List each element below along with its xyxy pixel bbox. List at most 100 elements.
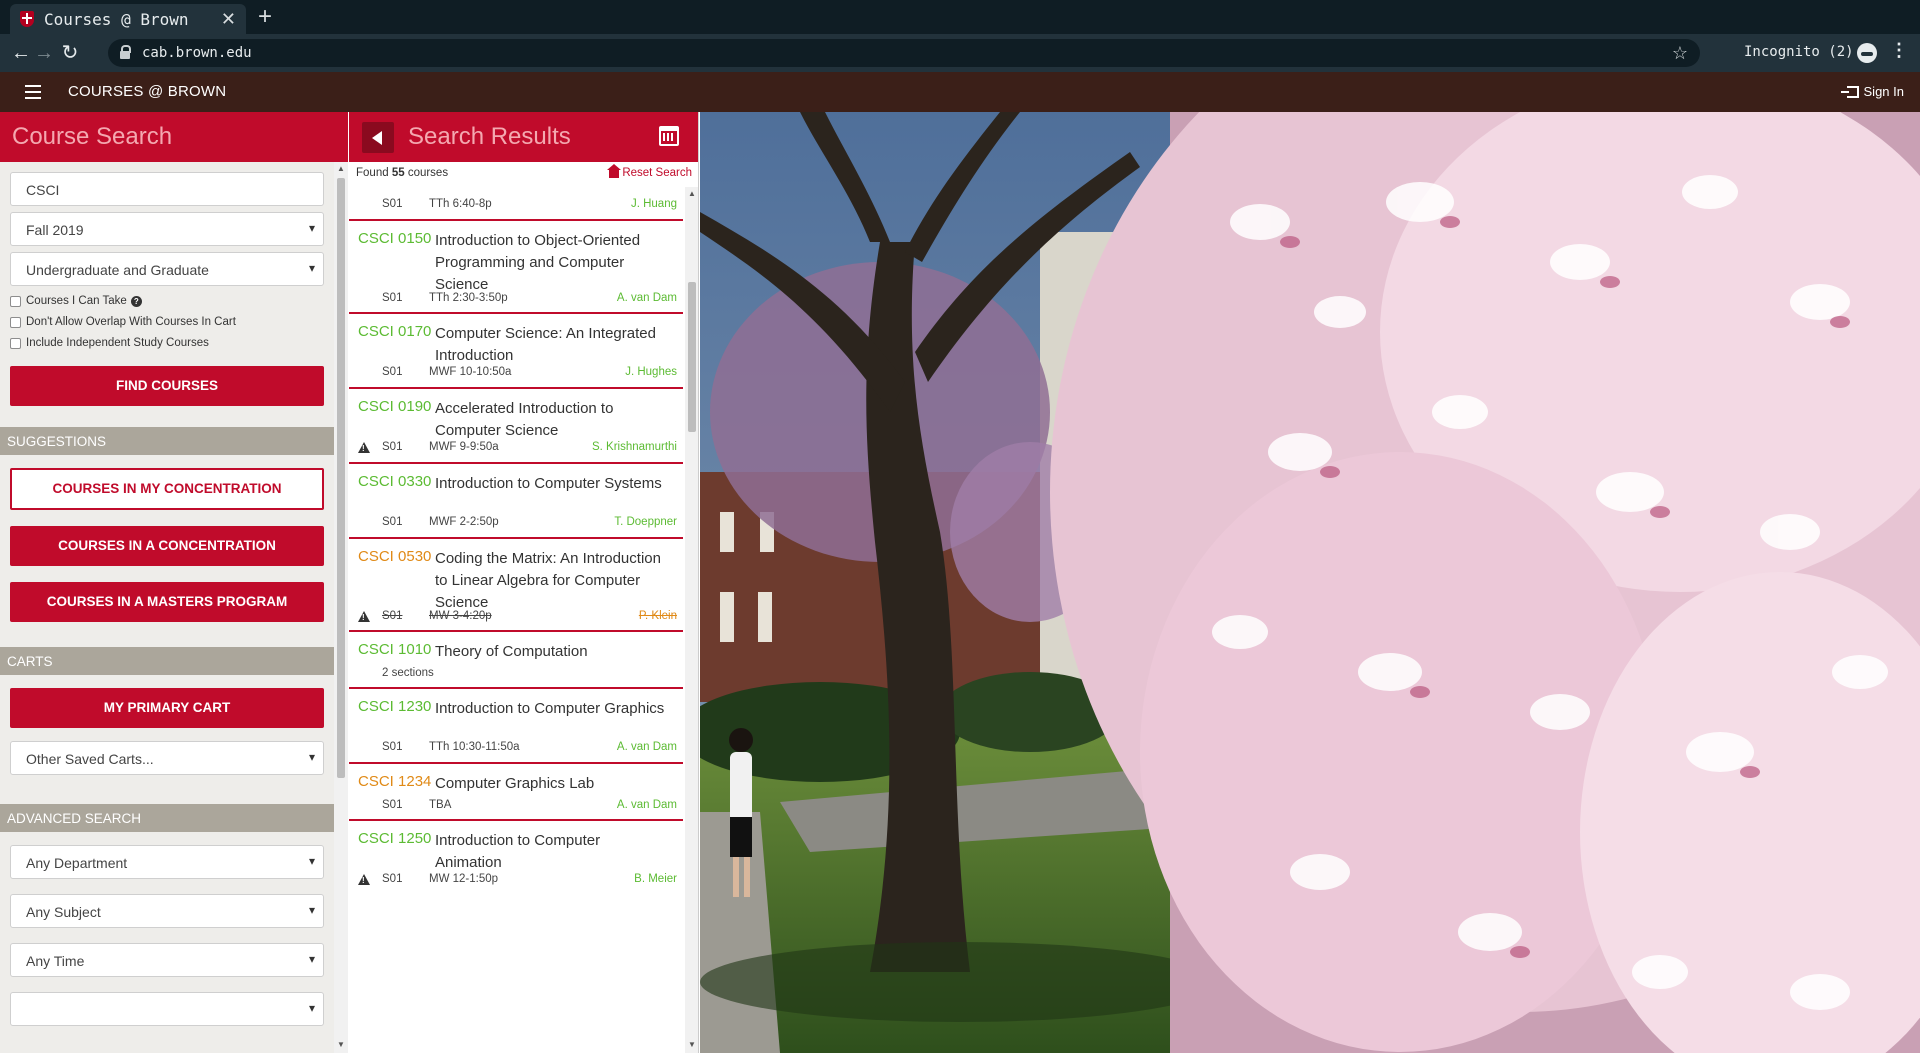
other-saved-carts-select[interactable]: Other Saved Carts...: [10, 741, 324, 775]
scroll-up-arrow[interactable]: ▲: [337, 164, 345, 173]
find-courses-button[interactable]: FIND COURSES: [10, 366, 324, 406]
section-time: MW 3-4:20p: [429, 610, 492, 622]
section-id: S01: [382, 366, 403, 378]
section-row[interactable]: S01 TTh 2:30-3:50p A. van Dam: [349, 292, 683, 310]
scroll-down-arrow[interactable]: ▼: [688, 1040, 696, 1049]
bookmark-star-icon[interactable]: ☆: [1672, 43, 1688, 64]
tab-title: Courses @ Brown: [44, 9, 189, 29]
section-instructor: T. Doeppner: [614, 516, 677, 528]
level-select[interactable]: Undergraduate and Graduate: [10, 252, 324, 286]
course-item[interactable]: CSCI 0170 Computer Science: An Integrate…: [349, 314, 683, 389]
courses-i-can-take-checkbox[interactable]: Courses I Can Take ?: [10, 295, 142, 307]
independent-study-checkbox[interactable]: Include Independent Study Courses: [10, 337, 209, 349]
section-row[interactable]: S01 TTh 6:40-8p J. Huang: [349, 198, 683, 216]
scroll-down-arrow[interactable]: ▼: [337, 1040, 345, 1049]
section-id: S01: [382, 441, 403, 453]
section-row[interactable]: S01 MW 12-1:50p B. Meier: [349, 873, 683, 891]
course-item[interactable]: CSCI 0190 Accelerated Introduction to Co…: [349, 389, 683, 464]
term-select[interactable]: Fall 2019: [10, 212, 324, 246]
course-search-title: Course Search: [12, 123, 173, 150]
course-title: Computer Graphics Lab: [435, 775, 595, 792]
new-tab-icon[interactable]: +: [258, 3, 272, 31]
department-select[interactable]: Any Department: [10, 845, 324, 879]
course-item[interactable]: CSCI 0330 Introduction to Computer Syste…: [349, 464, 683, 539]
course-item[interactable]: S01 TTh 6:40-8p J. Huang: [349, 187, 683, 221]
section-id: S01: [382, 741, 403, 753]
section-row[interactable]: S01 TBA A. van Dam: [349, 799, 683, 817]
sign-in-link[interactable]: Sign In: [1840, 84, 1904, 99]
course-item[interactable]: CSCI 0150 Introduction to Object-Oriente…: [349, 221, 683, 314]
courses-in-a-concentration-button[interactable]: COURSES IN A CONCENTRATION: [10, 526, 324, 566]
help-icon[interactable]: ?: [130, 295, 142, 307]
course-code: CSCI 0330: [358, 473, 432, 490]
courses-in-my-concentration-button[interactable]: COURSES IN MY CONCENTRATION: [10, 468, 324, 510]
scrollbar-thumb[interactable]: [337, 178, 345, 778]
course-item[interactable]: CSCI 0530 Coding the Matrix: An Introduc…: [349, 539, 683, 632]
section-id: S01: [382, 198, 403, 210]
url-text[interactable]: cab.brown.edu: [142, 45, 1672, 61]
found-count: Found 55 courses: [356, 167, 448, 179]
warning-icon: [358, 874, 370, 885]
additional-select[interactable]: [10, 992, 324, 1026]
section-row[interactable]: S01 MW 3-4:20p P. Klein: [349, 610, 683, 628]
collapse-results-button[interactable]: [362, 122, 394, 153]
search-results-title: Search Results: [408, 123, 571, 150]
sign-in-icon: [1840, 85, 1859, 98]
section-id: S01: [382, 516, 403, 528]
found-number: 55: [391, 167, 405, 179]
section-row[interactable]: S01 MWF 2-2:50p T. Doeppner: [349, 516, 683, 534]
section-time: TTh 2:30-3:50p: [429, 292, 508, 304]
calendar-icon[interactable]: [659, 126, 679, 146]
course-item[interactable]: CSCI 1234 Computer Graphics Lab S01 TBA …: [349, 764, 683, 821]
course-code: CSCI 0530: [358, 548, 432, 565]
course-title: Accelerated Introduction to Computer Sci…: [435, 400, 614, 439]
section-row[interactable]: S01 MWF 9-9:50a S. Krishnamurthi: [349, 441, 683, 459]
browser-tab[interactable]: Courses @ Brown ✕: [10, 4, 246, 34]
section-instructor: J. Huang: [630, 198, 677, 210]
section-row[interactable]: S01 TTh 10:30-11:50a A. van Dam: [349, 741, 683, 759]
campus-hero-photo: [700, 112, 1920, 1053]
time-select[interactable]: Any Time: [10, 943, 324, 977]
checkbox-label: Include Independent Study Courses: [26, 337, 209, 349]
subject-select[interactable]: Any Subject: [10, 894, 324, 928]
checkbox-box[interactable]: [10, 337, 21, 349]
forward-arrow-icon[interactable]: →: [31, 40, 57, 66]
address-bar[interactable]: cab.brown.edu ☆: [108, 39, 1700, 67]
courses-in-masters-program-button[interactable]: COURSES IN A MASTERS PROGRAM: [10, 582, 324, 622]
section-row[interactable]: S01 MWF 10-10:50a J. Hughes: [349, 366, 683, 384]
reset-search-link[interactable]: Reset Search: [607, 164, 692, 179]
section-time: MW 12-1:50p: [429, 873, 499, 885]
section-count[interactable]: 2 sections: [349, 667, 683, 685]
no-overlap-checkbox[interactable]: Don't Allow Overlap With Courses In Cart: [10, 316, 236, 328]
checkbox-box[interactable]: [10, 316, 21, 328]
keyword-input[interactable]: CSCI: [10, 172, 324, 206]
checkbox-label: Don't Allow Overlap With Courses In Cart: [26, 316, 236, 328]
reload-icon[interactable]: ↻: [57, 40, 83, 66]
incognito-icon[interactable]: [1857, 43, 1877, 63]
course-item[interactable]: CSCI 1230 Introduction to Computer Graph…: [349, 689, 683, 764]
my-primary-cart-button[interactable]: MY PRIMARY CART: [10, 688, 324, 728]
reset-search-label: Reset Search: [622, 167, 692, 179]
section-id: S01: [382, 292, 403, 304]
left-panel-scrollbar[interactable]: ▲ ▼: [334, 162, 348, 1053]
course-code: CSCI 1234: [358, 773, 432, 790]
course-item[interactable]: CSCI 1010 Theory of Computation 2 sectio…: [349, 632, 683, 689]
course-title: Computer Science: An Integrated Introduc…: [435, 325, 656, 364]
section-instructor: B. Meier: [634, 873, 677, 885]
section-id: S01: [382, 873, 403, 885]
scroll-up-arrow[interactable]: ▲: [688, 189, 696, 198]
course-title: Coding the Matrix: An Introduction to Li…: [435, 550, 661, 611]
hamburger-menu-icon[interactable]: [25, 85, 41, 99]
site-brand[interactable]: COURSES @ BROWN: [68, 83, 226, 100]
section-time: MWF 9-9:50a: [429, 441, 499, 453]
home-icon: [607, 164, 622, 178]
results-scrollbar[interactable]: ▲ ▼: [685, 187, 698, 1053]
course-item[interactable]: CSCI 1250 Introduction to Computer Anima…: [349, 821, 683, 905]
course-title: Introduction to Computer Animation: [435, 832, 601, 871]
sections-label: 2 sections: [382, 667, 434, 679]
incognito-label[interactable]: Incognito (2): [1744, 44, 1854, 60]
checkbox-box[interactable]: [10, 295, 21, 307]
close-tab-icon[interactable]: ✕: [221, 9, 236, 30]
browser-menu-icon[interactable]: ⋮: [1890, 40, 1908, 61]
scrollbar-thumb[interactable]: [688, 282, 696, 432]
